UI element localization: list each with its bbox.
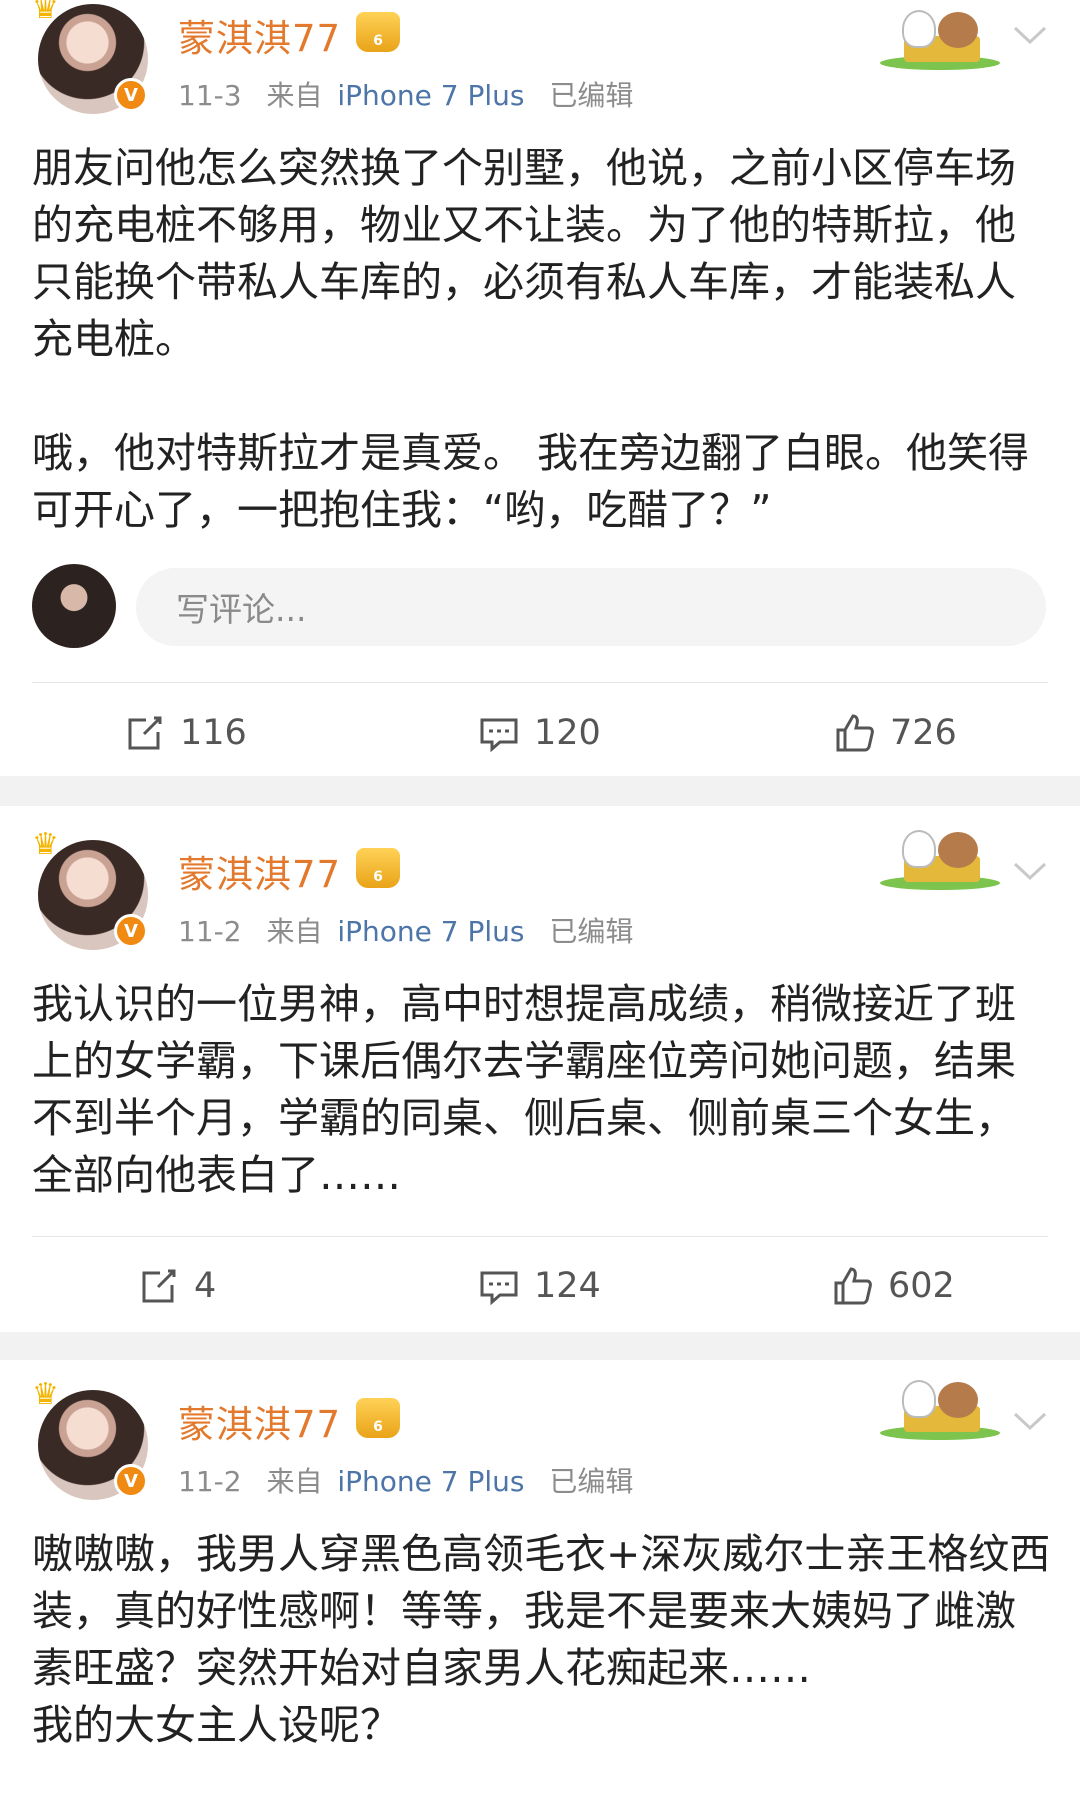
vip-level-icon: 6 (356, 12, 400, 52)
post-text: 朋友问他怎么突然换了个别墅，他说，之前小区停车场的充电桩不够用，物业又不让装。为… (32, 144, 1030, 534)
repost-count: 4 (194, 1266, 217, 1306)
post-card: ♛ V 蒙淇淇77 6 11-2 来自 iPhone 7 Plus 已编辑 我认… (0, 806, 1080, 1332)
verified-badge: V (114, 1464, 148, 1498)
post-text: 我认识的一位男神，高中时想提高成绩，稍微接近了班上的女学霸，下课后偶尔去学霸座位… (32, 980, 1016, 1199)
author-avatar[interactable]: ♛ V (32, 830, 148, 950)
decoration-sticker (880, 0, 1000, 70)
decoration-sticker (880, 820, 1000, 890)
post-meta: 11-2 来自 iPhone 7 Plus 已编辑 (178, 910, 649, 950)
post-meta: 11-2 来自 iPhone 7 Plus 已编辑 (178, 1460, 649, 1500)
post-source[interactable]: iPhone 7 Plus (337, 1465, 524, 1498)
post-meta: 11-3 来自 iPhone 7 Plus 已编辑 (178, 74, 649, 114)
author-name[interactable]: 蒙淇淇77 (178, 8, 341, 62)
verified-badge: V (114, 914, 148, 948)
author-avatar[interactable]: ♛ V (32, 1380, 148, 1500)
post-content: 朋友问他怎么突然换了个别墅，他说，之前小区停车场的充电桩不够用，物业又不让装。为… (32, 140, 1052, 539)
crown-icon: ♛ (32, 827, 59, 862)
comment-count: 124 (534, 1266, 601, 1306)
comment-icon (480, 718, 518, 753)
action-bar: 4 124 602 (0, 1256, 1080, 1316)
thumbs-up-icon (836, 714, 874, 752)
edited-label: 已编辑 (549, 1465, 634, 1498)
post-content: 我认识的一位男神，高中时想提高成绩，稍微接近了班上的女学霸，下课后偶尔去学霸座位… (32, 976, 1052, 1204)
chevron-down-icon[interactable] (1012, 20, 1048, 45)
post-date: 11-2 (178, 1465, 242, 1498)
post-date: 11-3 (178, 79, 242, 112)
source-prefix: 来自 (266, 1465, 323, 1498)
source-prefix: 来自 (266, 915, 323, 948)
edited-label: 已编辑 (549, 915, 634, 948)
action-bar: 116 120 726 (0, 703, 1080, 763)
like-count: 602 (888, 1266, 955, 1306)
post-source[interactable]: iPhone 7 Plus (337, 79, 524, 112)
author-avatar[interactable]: ♛ V (32, 0, 148, 114)
post-content: 嗷嗷嗷，我男人穿黑色高领毛衣+深灰威尔士亲王格纹西装，真的好性感啊！等等，我是不… (32, 1526, 1052, 1754)
repost-icon (128, 716, 162, 750)
source-prefix: 来自 (266, 79, 323, 112)
crown-icon: ♛ (32, 1377, 59, 1412)
like-button[interactable]: 726 (834, 703, 957, 763)
repost-button[interactable]: 4 (138, 1256, 216, 1316)
post-date: 11-2 (178, 915, 242, 948)
author-name[interactable]: 蒙淇淇77 (178, 844, 341, 898)
vip-level-icon: 6 (356, 848, 400, 888)
comment-icon (480, 1271, 518, 1306)
comment-button[interactable]: 120 (478, 703, 601, 763)
repost-count: 116 (180, 713, 247, 753)
author-name[interactable]: 蒙淇淇77 (178, 1394, 341, 1448)
like-button[interactable]: 602 (832, 1256, 955, 1316)
divider (32, 1236, 1048, 1237)
repost-button[interactable]: 116 (124, 703, 247, 763)
post-text: 嗷嗷嗷，我男人穿黑色高领毛衣+深灰威尔士亲王格纹西装，真的好性感啊！等等，我是不… (32, 1530, 1051, 1749)
weibo-feed: ♛ V 蒙淇淇77 6 11-3 来自 iPhone 7 Plus 已编辑 朋友… (0, 0, 1080, 1811)
comment-button[interactable]: 124 (478, 1256, 601, 1316)
post-card: ♛ V 蒙淇淇77 6 11-3 来自 iPhone 7 Plus 已编辑 朋友… (0, 0, 1080, 776)
verified-badge: V (114, 78, 148, 112)
my-avatar (32, 564, 116, 648)
edited-label: 已编辑 (549, 79, 634, 112)
thumbs-up-icon (834, 1267, 872, 1305)
crown-icon: ♛ (32, 0, 59, 26)
divider (32, 682, 1048, 683)
comment-input[interactable]: 写评论... (136, 568, 1046, 646)
decoration-sticker (880, 1370, 1000, 1440)
comment-count: 120 (534, 713, 601, 753)
quick-comment-row: 写评论... (32, 564, 1048, 650)
vip-level-icon: 6 (356, 1398, 400, 1438)
repost-icon (142, 1269, 176, 1303)
like-count: 726 (890, 713, 957, 753)
post-card: ♛ V 蒙淇淇77 6 11-2 来自 iPhone 7 Plus 已编辑 嗷嗷… (0, 1360, 1080, 1811)
post-source[interactable]: iPhone 7 Plus (337, 915, 524, 948)
chevron-down-icon[interactable] (1012, 1406, 1048, 1431)
chevron-down-icon[interactable] (1012, 856, 1048, 881)
